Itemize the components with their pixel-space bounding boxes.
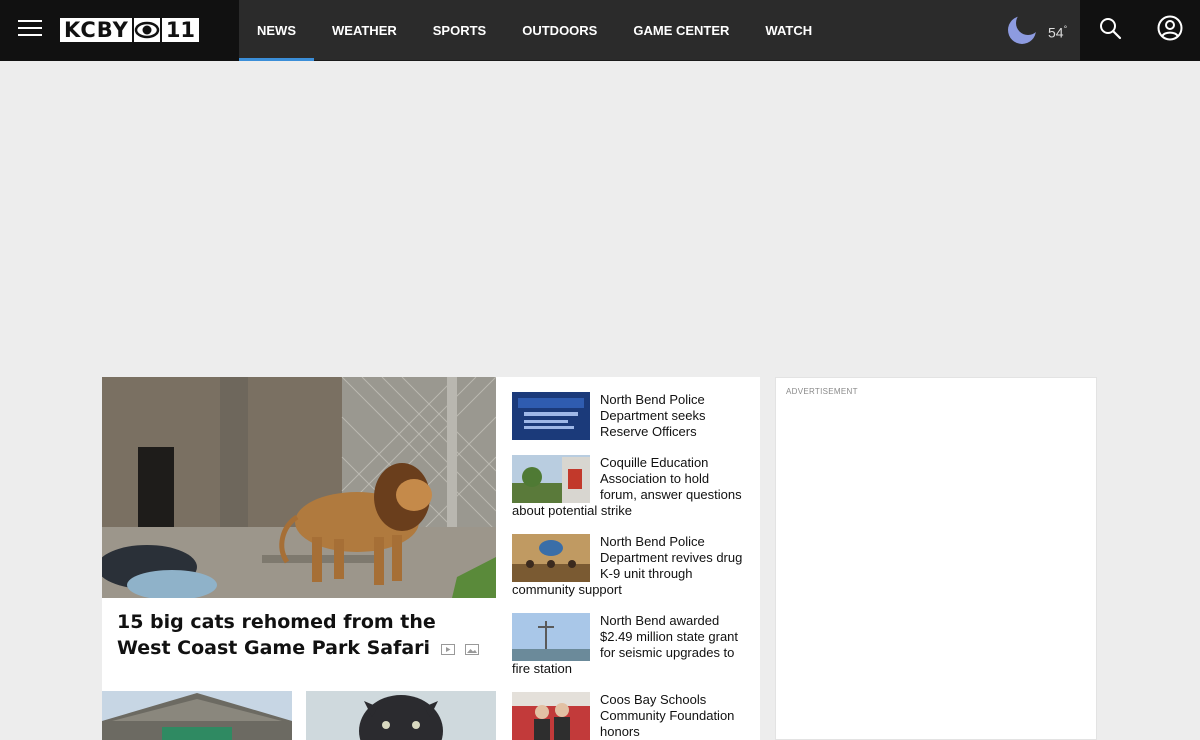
temperature: 54°: [1048, 24, 1068, 41]
story-thumbnail: [512, 692, 590, 740]
logo-number: 11: [161, 18, 200, 42]
account-button[interactable]: [1140, 0, 1200, 61]
logo-letters: KCBY: [60, 18, 132, 42]
story-thumbnail-panther[interactable]: [306, 691, 496, 740]
story-item-reserve-officers[interactable]: North Bend Police Department seeks Reser…: [512, 392, 744, 440]
story-thumbnail: [512, 392, 590, 440]
story-thumbnail-house[interactable]: [102, 691, 292, 740]
weather-widget[interactable]: 54°: [1004, 12, 1067, 51]
nav-game-center[interactable]: GAME CENTER: [615, 0, 747, 61]
story-thumbnail: [512, 455, 590, 503]
story-thumbnail: [512, 534, 590, 582]
nav-weather[interactable]: WEATHER: [314, 0, 415, 61]
search-button[interactable]: [1080, 0, 1140, 61]
top-stories-card: 15 big cats rehomed from the West Coast …: [102, 377, 760, 740]
user-icon: [1157, 15, 1183, 46]
video-icon: [440, 636, 455, 662]
nav-outdoors[interactable]: OUTDOORS: [504, 0, 615, 61]
main-nav: NEWS WEATHER SPORTS OUTDOORS GAME CENTER…: [239, 0, 830, 61]
gallery-icon: [465, 636, 480, 662]
site-header: KCBY 11 NEWS WEATHER SPORTS OUTDOORS GAM…: [0, 0, 1200, 61]
hero-image-lion[interactable]: [102, 377, 496, 598]
story-item-seismic-grant[interactable]: North Bend awarded $2.49 million state g…: [512, 613, 744, 677]
brand-area: KCBY 11: [0, 0, 239, 61]
moon-icon: [1004, 12, 1038, 51]
nav-watch[interactable]: WATCH: [747, 0, 830, 61]
site-logo[interactable]: KCBY 11: [60, 18, 200, 42]
story-item-k9-unit[interactable]: North Bend Police Department revives dru…: [512, 534, 744, 598]
story-item-schools-foundation[interactable]: Coos Bay Schools Community Foundation ho…: [512, 692, 744, 740]
cbs-eye-icon: [133, 18, 160, 42]
story-thumbnail: [512, 613, 590, 661]
advertisement-panel: ADVERTISEMENT: [775, 377, 1097, 740]
nav-sports[interactable]: SPORTS: [415, 0, 504, 61]
hero-headline[interactable]: 15 big cats rehomed from the West Coast …: [117, 609, 487, 662]
nav-news[interactable]: NEWS: [239, 0, 314, 61]
menu-icon[interactable]: [18, 20, 42, 40]
story-item-coquille-forum[interactable]: Coquille Education Association to hold f…: [512, 455, 744, 519]
search-icon: [1098, 16, 1122, 45]
advertisement-label: ADVERTISEMENT: [786, 387, 858, 396]
